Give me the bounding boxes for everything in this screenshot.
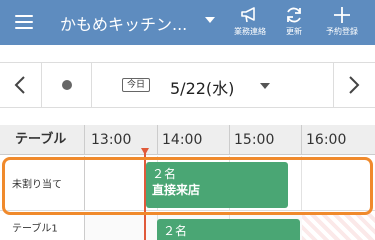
add-reservation-button[interactable]: 予約登録 [318, 4, 366, 42]
selected-date[interactable]: 5/22(水) [170, 75, 234, 99]
date-dropdown-caret-icon[interactable] [260, 83, 270, 89]
notice-button[interactable]: 業務連絡 [226, 4, 274, 42]
hour-label: 16:00 [306, 132, 347, 148]
current-time-button[interactable] [42, 63, 92, 107]
dot-icon [62, 80, 72, 90]
unavailable-area [302, 212, 375, 240]
date-navigation-bar: 今日 5/22(水) [0, 62, 375, 108]
hour-label: 14:00 [162, 132, 203, 148]
highlight-frame [2, 157, 373, 215]
row-label: テーブル1 [0, 212, 85, 240]
reservation-party-size: ２名 [163, 224, 188, 238]
reservation-block[interactable]: ２名 [157, 219, 300, 240]
store-name[interactable]: かもめキッチン... [60, 11, 187, 35]
add-reservation-label: 予約登録 [326, 27, 358, 36]
hour-label: 15:00 [234, 132, 275, 148]
megaphone-icon [241, 7, 255, 23]
refresh-icon [287, 7, 301, 23]
current-time-marker-icon [141, 148, 149, 155]
table-column-label: テーブル [0, 125, 85, 155]
today-badge[interactable]: 今日 [122, 78, 151, 92]
notice-label: 業務連絡 [234, 27, 266, 36]
timeline-header: テーブル 13:00 14:00 15:00 16:00 [0, 125, 375, 155]
refresh-label: 更新 [286, 27, 302, 36]
app-header: かもめキッチン... 業務連絡 更新 予約登録 [0, 0, 375, 45]
plus-icon [334, 7, 350, 23]
chevron-left-icon [14, 76, 25, 94]
previous-day-button[interactable] [0, 63, 42, 107]
refresh-button[interactable]: 更新 [270, 4, 318, 42]
hour-label: 13:00 [91, 132, 132, 148]
hamburger-menu-icon[interactable] [15, 15, 33, 29]
store-dropdown-caret-icon[interactable] [205, 17, 215, 23]
chevron-right-icon [349, 76, 360, 94]
next-day-button[interactable] [333, 63, 375, 107]
